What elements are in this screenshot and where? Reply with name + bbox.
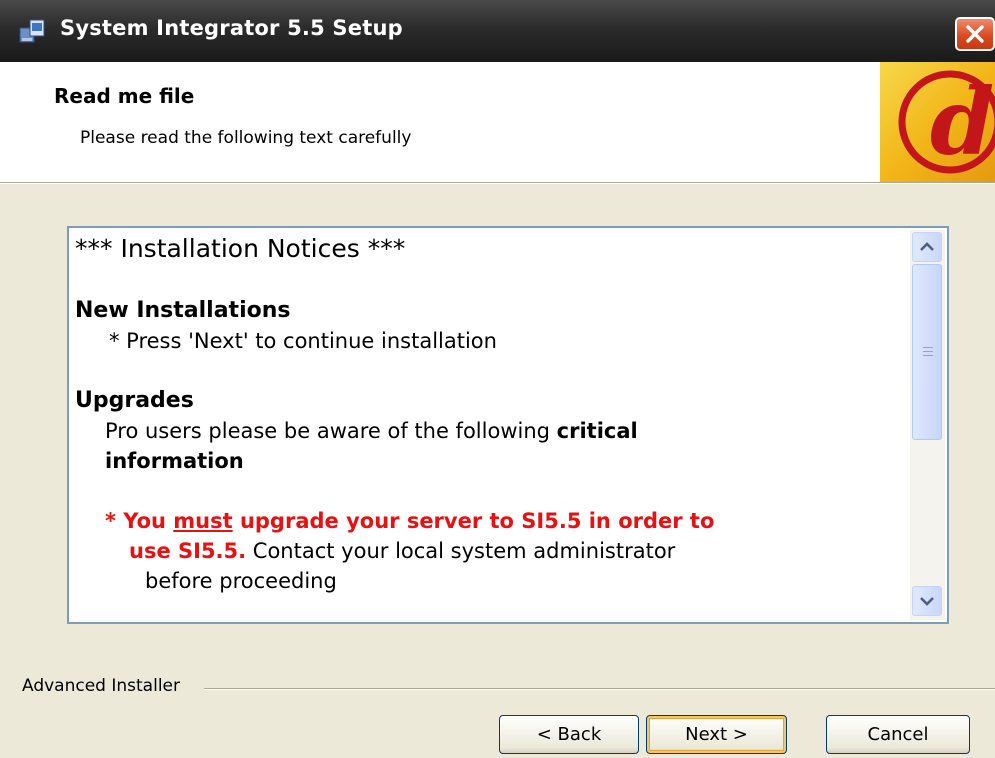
upgrade-warning-line-2: use SI5.5. Contact your local system adm… [75, 536, 905, 566]
back-button[interactable]: < Back [499, 715, 639, 754]
warning-text: upgrade your server to SI5.5 in order to [232, 509, 715, 533]
close-icon [966, 25, 984, 43]
new-installations-heading: New Installations [75, 298, 291, 323]
upgrade-warning-line-3: before proceeding [145, 569, 337, 593]
chevron-up-icon [920, 242, 934, 251]
upgrades-line-2: information [105, 449, 244, 473]
next-button[interactable]: Next > [646, 715, 787, 754]
header-divider-highlight [0, 183, 995, 184]
footer-divider-highlight [204, 689, 995, 690]
upgrade-warning-line-1: * You must upgrade your server to SI5.5 … [75, 506, 905, 536]
warning-version: use SI5.5. [129, 539, 247, 563]
warning-bullet: * You [105, 509, 174, 533]
product-logo: d [880, 62, 995, 182]
contact-text: Contact your local system administrator [246, 539, 676, 563]
upgrades-line-1: Pro users please be aware of the followi… [75, 416, 905, 446]
scroll-thumb[interactable] [912, 264, 942, 440]
scroll-down-button[interactable] [912, 586, 942, 616]
scroll-up-button[interactable] [912, 232, 942, 262]
setup-dialog: System Integrator 5.5 Setup Read me file… [0, 0, 995, 758]
page-title: Read me file [54, 84, 195, 108]
thumb-grip-line [923, 355, 933, 356]
cancel-button[interactable]: Cancel [826, 715, 970, 754]
readme-heading: *** Installation Notices *** [75, 234, 406, 263]
thumb-grip-line [923, 351, 933, 352]
new-installations-line: * Press 'Next' to continue installation [109, 329, 497, 353]
upgrades-text: Pro users please be aware of the followi… [105, 419, 557, 443]
header-banner: Read me file Please read the following t… [0, 62, 995, 182]
upgrades-heading: Upgrades [75, 388, 194, 413]
readme-content: *** Installation Notices *** New Install… [75, 232, 905, 596]
readme-textbox[interactable]: *** Installation Notices *** New Install… [67, 226, 949, 624]
close-button[interactable] [955, 17, 995, 51]
page-subtitle: Please read the following text carefully [80, 128, 412, 148]
title-bar[interactable]: System Integrator 5.5 Setup [0, 0, 995, 62]
thumb-grip-line [923, 347, 933, 348]
window-title: System Integrator 5.5 Setup [60, 16, 403, 40]
installer-brand-label: Advanced Installer [22, 676, 186, 696]
critical-text: critical [556, 419, 638, 443]
installer-app-icon [18, 16, 48, 46]
chevron-down-icon [920, 597, 934, 606]
readme-scrollbar[interactable] [910, 230, 945, 620]
logo-glyph: d [930, 68, 994, 176]
warning-must: must [173, 509, 233, 533]
